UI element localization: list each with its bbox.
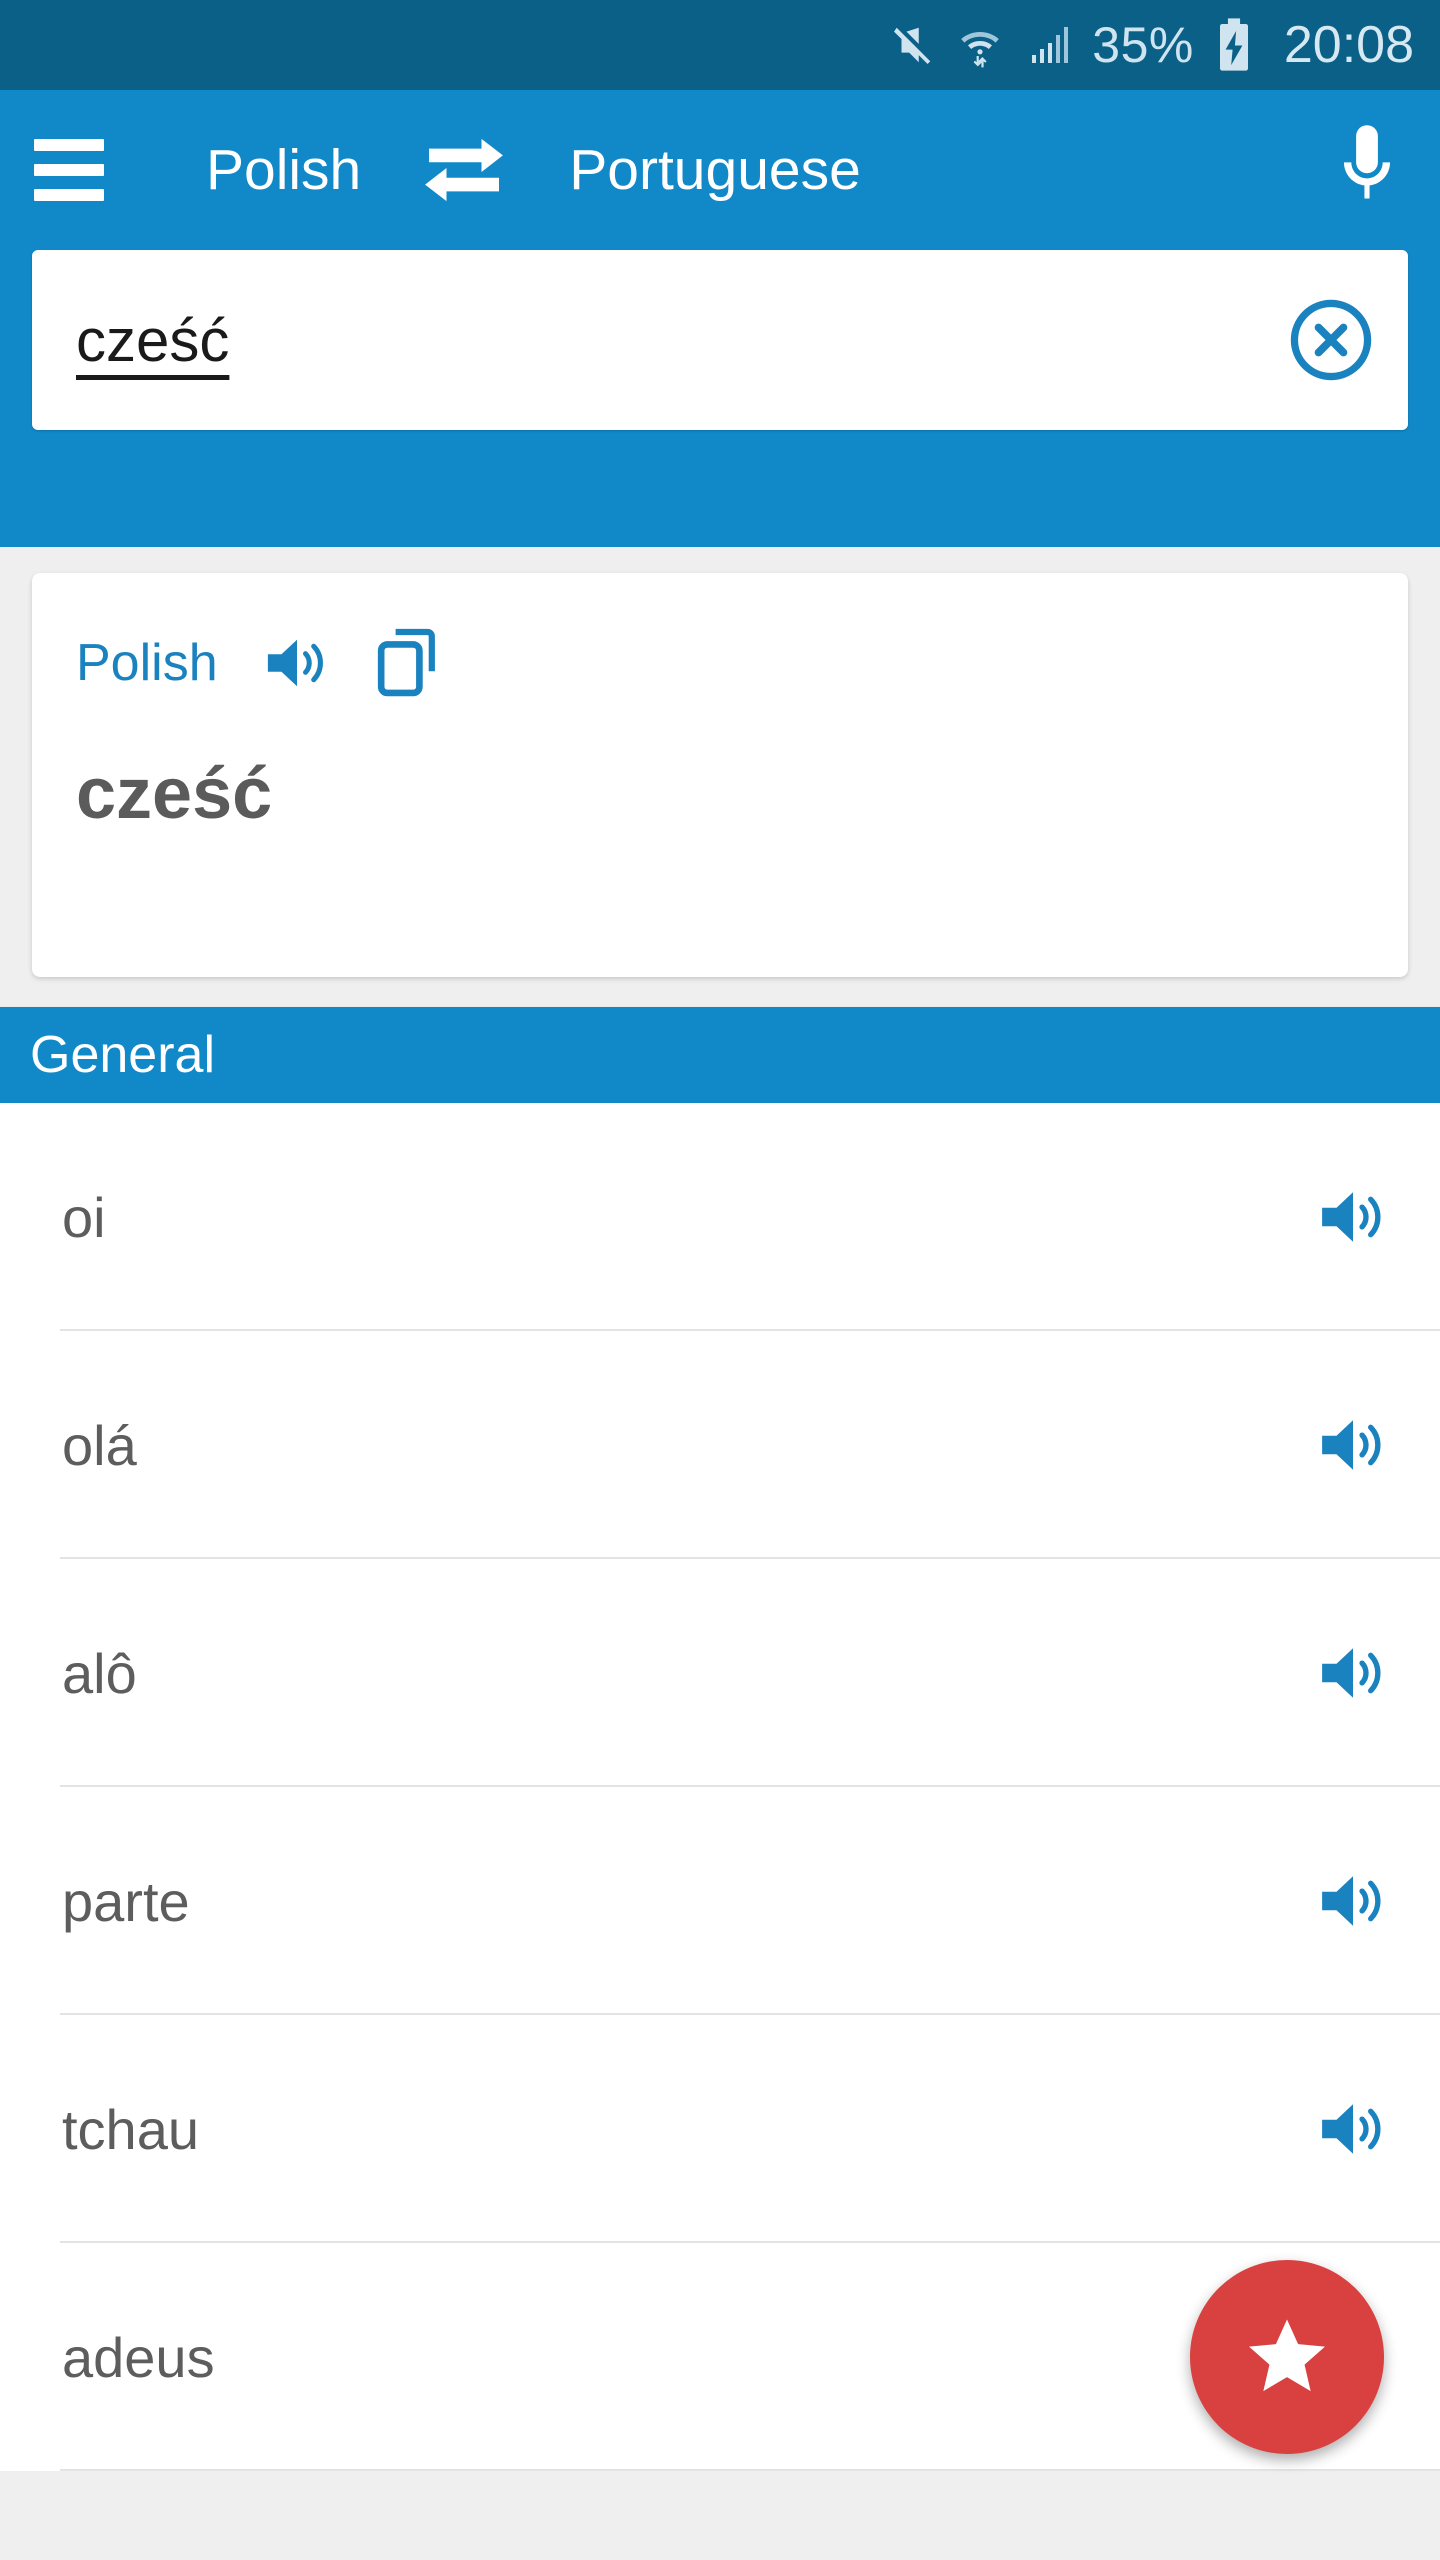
hamburger-menu-icon[interactable] (34, 139, 104, 201)
list-item[interactable]: tchau (0, 2015, 1440, 2243)
copy-icon[interactable] (376, 627, 438, 699)
star-icon (1244, 2313, 1330, 2402)
search-input-box[interactable]: cześć (32, 250, 1408, 430)
swap-languages-icon[interactable] (421, 135, 507, 205)
app-bar-top-row: Polish Portuguese (0, 90, 1440, 250)
speaker-icon[interactable] (1318, 2098, 1388, 2160)
app-root: 35% 20:08 Polish Portuguese cześć Polish… (0, 0, 1440, 2560)
status-bar: 35% 20:08 (0, 0, 1440, 90)
target-language-button[interactable]: Portuguese (569, 137, 861, 203)
search-field-wrapper: cześć (0, 250, 1440, 430)
speaker-icon[interactable] (1318, 1186, 1388, 1248)
clock-label: 20:08 (1283, 16, 1414, 74)
list-item[interactable]: oi (0, 1103, 1440, 1331)
battery-charging-icon (1214, 17, 1254, 73)
list-item-word: tchau (62, 2097, 199, 2161)
list-item[interactable]: parte (0, 1787, 1440, 2015)
source-card-word: cześć (76, 754, 273, 834)
speaker-icon[interactable] (264, 633, 330, 693)
signal-icon (1024, 21, 1072, 69)
list-item-word: olá (62, 1413, 137, 1477)
favorite-fab-button[interactable] (1190, 2260, 1384, 2454)
source-card-header: Polish (76, 627, 1364, 699)
speaker-icon[interactable] (1318, 1870, 1388, 1932)
source-card: Polish cześć (32, 573, 1408, 977)
speaker-icon[interactable] (1318, 1642, 1388, 1704)
search-input[interactable]: cześć (76, 306, 1288, 375)
section-header-label: General (30, 1026, 215, 1084)
list-item[interactable]: olá (0, 1331, 1440, 1559)
list-item-word: oi (62, 1185, 106, 1249)
source-language-button[interactable]: Polish (206, 137, 361, 203)
wifi-icon (956, 21, 1004, 69)
speaker-icon[interactable] (1318, 1414, 1388, 1476)
list-item[interactable]: alô (0, 1559, 1440, 1787)
source-card-zone: Polish cześć (0, 547, 1440, 1007)
source-card-language-label: Polish (76, 634, 218, 692)
list-item-word: adeus (62, 2325, 215, 2389)
section-header-general: General (0, 1007, 1440, 1103)
list-item-word: parte (62, 1869, 190, 1933)
battery-percent-label: 35% (1092, 17, 1194, 73)
list-item-word: alô (62, 1641, 137, 1705)
app-bar: Polish Portuguese cześć (0, 90, 1440, 547)
translation-results-list: oi olá alô parte tchau adeus (0, 1103, 1440, 2471)
mute-icon (890, 22, 936, 68)
microphone-icon[interactable] (1328, 122, 1406, 218)
clear-circle-x-icon[interactable] (1288, 297, 1374, 383)
